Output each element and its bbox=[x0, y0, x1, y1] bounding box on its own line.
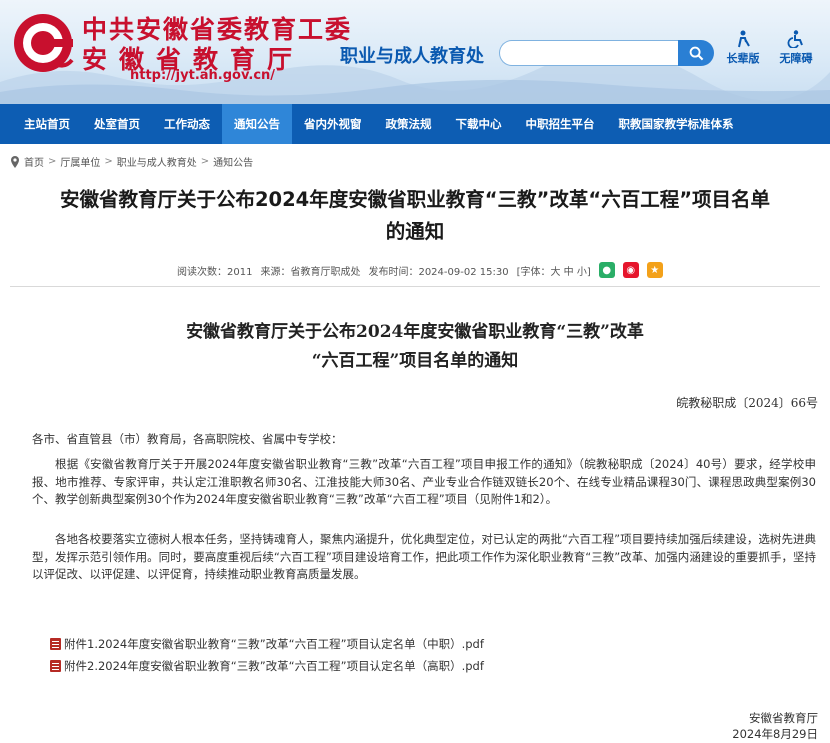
nav-item[interactable]: 工作动态 bbox=[152, 104, 222, 144]
search-input[interactable] bbox=[499, 40, 679, 66]
elder-mode-button[interactable]: 长辈版 bbox=[720, 30, 766, 66]
meta-divider bbox=[10, 286, 820, 287]
view-count: 阅读次数：2011 bbox=[177, 266, 253, 278]
attachment-1-label: 附件1.2024年度安徽省职业教育“三教”改革“六百工程”项目认定名单（中职）.… bbox=[64, 637, 484, 651]
wechat-icon: ● bbox=[602, 264, 612, 276]
font-size-switcher[interactable]: [字体：大 中 小] bbox=[517, 263, 591, 278]
breadcrumb-separator: > bbox=[104, 156, 113, 167]
breadcrumb: 首页 > 厅属单位 > 职业与成人教育处 > 通知公告 bbox=[10, 154, 253, 169]
accessibility-label: 无障碍 bbox=[779, 52, 813, 65]
article-source: 来源：省教育厅职成处 bbox=[260, 266, 361, 278]
nav-item[interactable]: 中职招生平台 bbox=[514, 104, 607, 144]
breadcrumb-link[interactable]: 通知公告 bbox=[213, 154, 253, 169]
logo-emblem-icon bbox=[14, 14, 74, 72]
article-title-line1: 安徽省教育厅关于公布2024年度安徽省职业教育“三教”改革“六百工程”项目名单 bbox=[59, 188, 771, 211]
article-title: 安徽省教育厅关于公布2024年度安徽省职业教育“三教”改革“六百工程”项目名单 … bbox=[0, 184, 830, 248]
nav-item[interactable]: 下载中心 bbox=[444, 104, 514, 144]
nav-item[interactable]: 政策法规 bbox=[374, 104, 444, 144]
pdf-file-icon bbox=[50, 638, 61, 650]
qzone-share-button[interactable]: ★ bbox=[646, 262, 663, 278]
weibo-icon: ◉ bbox=[626, 264, 636, 276]
document-title-line1: 安徽省教育厅关于公布2024年度安徽省职业教育“三教”改革 bbox=[186, 322, 644, 342]
breadcrumb-separator: > bbox=[48, 156, 57, 167]
accessibility-button[interactable]: 无障碍 bbox=[773, 30, 819, 66]
location-pin-icon bbox=[11, 155, 19, 168]
qzone-star-icon: ★ bbox=[650, 264, 660, 276]
signature-block: 安徽省教育厅 2024年8月29日 bbox=[732, 710, 818, 742]
elder-mode-label: 长辈版 bbox=[726, 52, 760, 65]
search-button[interactable] bbox=[678, 40, 714, 66]
breadcrumb-link[interactable]: 厅属单位 bbox=[60, 154, 100, 169]
accessibility-icon bbox=[787, 30, 803, 48]
site-header: 中共安徽省委教育工委 安徽省教育厅 职业与成人教育处 http://jyt.ah… bbox=[0, 0, 830, 104]
article-title-line2: 的通知 bbox=[385, 220, 445, 243]
pdf-file-icon bbox=[50, 660, 61, 672]
nav-item[interactable]: 通知公告 bbox=[222, 104, 292, 144]
signature-date: 2024年8月29日 bbox=[732, 727, 818, 741]
article-meta: 阅读次数：2011 来源：省教育厅职成处 发布时间：2024-09-02 15:… bbox=[177, 262, 671, 278]
paragraph-2: 各地各校要落实立德树人根本任务，坚持铸魂育人，聚焦内涵提升，优化典型定位，对已认… bbox=[32, 532, 816, 581]
breadcrumb-separator: > bbox=[200, 156, 210, 167]
elder-icon bbox=[738, 30, 750, 48]
nav-item[interactable]: 处室首页 bbox=[82, 104, 152, 144]
attachment-link-2[interactable]: 附件2.2024年度安徽省职业教育“三教”改革“六百工程”项目认定名单（高职）.… bbox=[50, 658, 484, 674]
weibo-share-button[interactable]: ◉ bbox=[622, 262, 639, 278]
addressee: 各市、省直管县（市）教育局，各高职院校、省属中专学校： bbox=[32, 432, 343, 446]
nav-item[interactable]: 省内外视窗 bbox=[292, 104, 374, 144]
department-name: 职业与成人教育处 bbox=[340, 46, 484, 67]
signature-org: 安徽省教育厅 bbox=[749, 711, 818, 725]
attachment-2-label: 附件2.2024年度安徽省职业教育“三教”改革“六百工程”项目认定名单（高职）.… bbox=[64, 659, 484, 673]
nav-item[interactable]: 职教国家教学标准体系 bbox=[607, 104, 746, 144]
document-title-line2: “六百工程”项目名单的通知 bbox=[311, 351, 519, 371]
breadcrumb-link[interactable]: 职业与成人教育处 bbox=[117, 154, 197, 169]
document-title: 安徽省教育厅关于公布2024年度安徽省职业教育“三教”改革 “六百工程”项目名单… bbox=[0, 318, 830, 376]
attachment-link-1[interactable]: 附件1.2024年度安徽省职业教育“三教”改革“六百工程”项目认定名单（中职）.… bbox=[50, 636, 484, 652]
document-number: 皖教秘职成〔2024〕66号 bbox=[676, 396, 818, 410]
breadcrumb-link[interactable]: 首页 bbox=[24, 154, 44, 169]
publish-date: 发布时间：2024-09-02 15:30 bbox=[368, 266, 509, 278]
search-icon bbox=[689, 46, 703, 60]
nav-item[interactable]: 主站首页 bbox=[12, 104, 82, 144]
paragraph-1: 根据《安徽省教育厅关于开展2024年度安徽省职业教育“三教”改革“六百工程”项目… bbox=[32, 457, 816, 506]
site-url: http://jyt.ah.gov.cn/ bbox=[130, 68, 276, 83]
wechat-share-button[interactable]: ● bbox=[598, 262, 615, 278]
main-nav: 主站首页 处室首页 工作动态 通知公告 省内外视窗 政策法规 下载中心 中职招生平台 职教国家教… bbox=[0, 104, 830, 144]
